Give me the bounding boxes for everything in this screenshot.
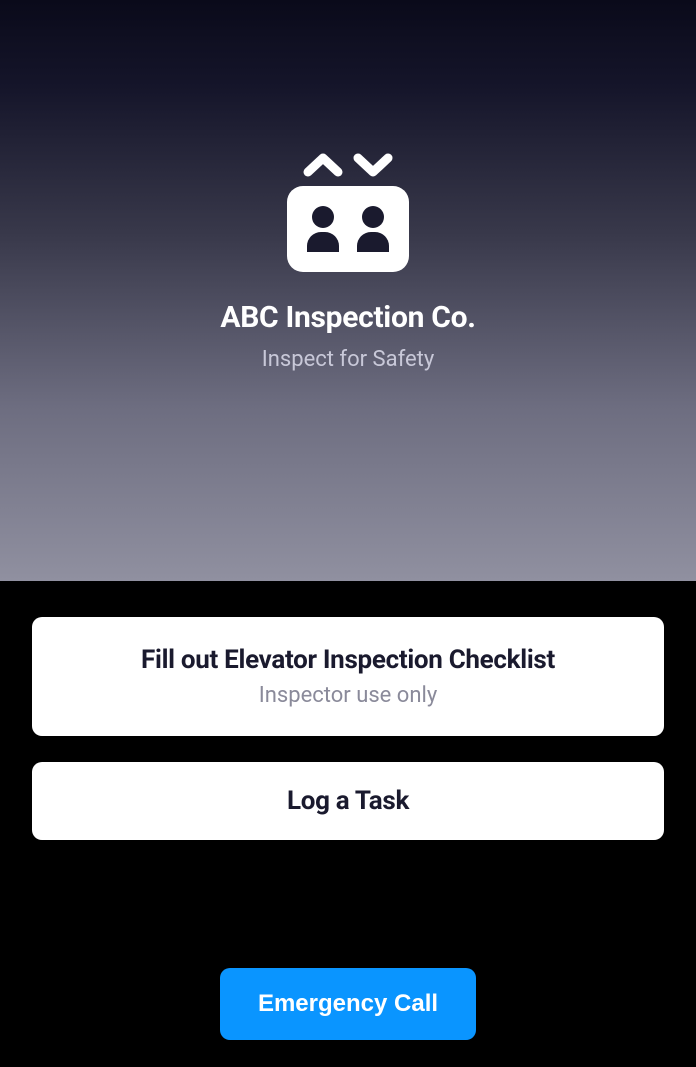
- checklist-button[interactable]: Fill out Elevator Inspection Checklist I…: [32, 617, 664, 736]
- logo-container: ABC Inspection Co. Inspect for Safety: [220, 150, 475, 372]
- log-task-title: Log a Task: [52, 786, 644, 816]
- log-task-button[interactable]: Log a Task: [32, 762, 664, 840]
- emergency-call-button[interactable]: Emergency Call: [220, 968, 476, 1040]
- tagline: Inspect for Safety: [262, 347, 434, 372]
- arrow-down-icon: [352, 150, 394, 178]
- hero-section: ABC Inspection Co. Inspect for Safety: [0, 0, 696, 581]
- actions-section: Fill out Elevator Inspection Checklist I…: [0, 581, 696, 840]
- checklist-subtitle: Inspector use only: [52, 683, 644, 708]
- emergency-container: Emergency Call: [0, 968, 696, 1040]
- elevator-arrows: [302, 150, 394, 178]
- elevator-icon: [287, 186, 409, 272]
- checklist-title: Fill out Elevator Inspection Checklist: [52, 645, 644, 675]
- person-icon: [357, 206, 389, 252]
- arrow-up-icon: [302, 150, 344, 178]
- person-icon: [307, 206, 339, 252]
- company-name: ABC Inspection Co.: [220, 300, 475, 335]
